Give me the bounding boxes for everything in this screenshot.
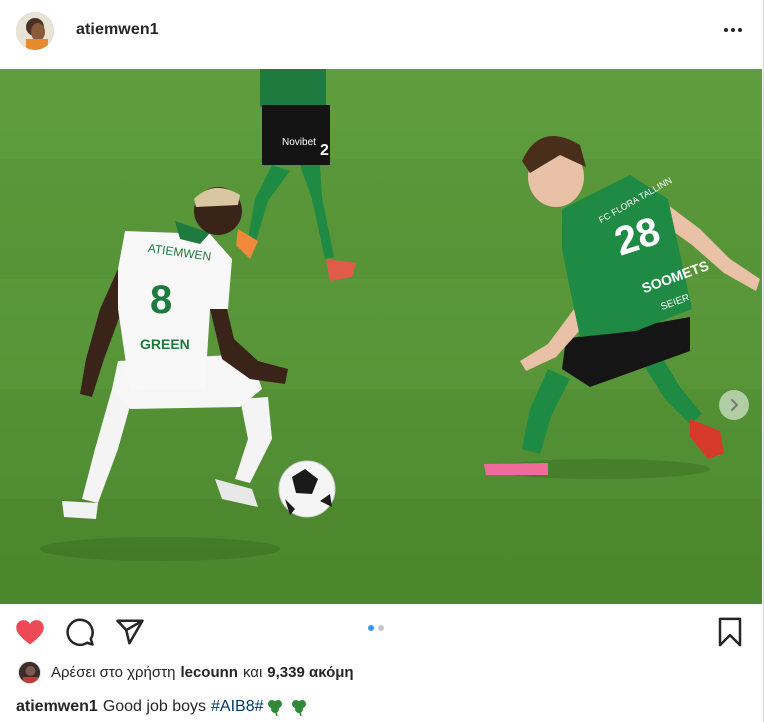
- likes-count[interactable]: 9,339 ακόμη: [267, 664, 353, 681]
- bookmark-icon: [718, 617, 742, 647]
- instagram-post: atiemwen1 Novibet 2 8 ATIEMWEN GREEN 28 …: [0, 0, 764, 722]
- likes-prefix: Αρέσει στο χρήστη: [51, 663, 176, 681]
- likes-conj: και: [242, 663, 263, 681]
- more-options-button[interactable]: [718, 18, 748, 42]
- post-photo[interactable]: Novibet 2 8 ATIEMWEN GREEN 28 SOOMETS FC…: [0, 69, 762, 604]
- avatar-image: [16, 12, 54, 50]
- user-avatar[interactable]: [16, 12, 54, 50]
- share-button[interactable]: [114, 616, 146, 648]
- football-match-photo: Novibet 2 8 ATIEMWEN GREEN 28 SOOMETS FC…: [0, 69, 762, 604]
- caption-username[interactable]: atiemwen1: [16, 698, 98, 716]
- heart-filled-icon: [16, 620, 44, 645]
- carousel-indicator: [368, 625, 384, 631]
- share-icon: [116, 619, 144, 645]
- liker-username[interactable]: lecounn: [180, 664, 238, 681]
- more-horizontal-icon: [724, 28, 728, 32]
- action-bar: [0, 604, 764, 660]
- chevron-right-icon: [731, 399, 738, 411]
- carousel-dot-active: [368, 625, 374, 631]
- carousel-next-button[interactable]: [719, 390, 749, 420]
- comment-button[interactable]: [64, 616, 96, 648]
- post-username[interactable]: atiemwen1: [76, 21, 159, 39]
- post-caption: atiemwen1 Good job boys #AIB8#: [16, 697, 309, 717]
- like-button[interactable]: [14, 616, 46, 648]
- carousel-dot: [378, 625, 384, 631]
- comment-icon: [66, 618, 94, 646]
- football: [278, 460, 336, 518]
- svg-text:Novibet: Novibet: [282, 137, 316, 148]
- caption-hashtag[interactable]: #AIB8#: [211, 698, 263, 716]
- jersey-number-left: 8: [150, 278, 172, 322]
- svg-text:2: 2: [320, 142, 329, 159]
- caption-text: Good job boys: [102, 698, 206, 715]
- shamrock-icon: [268, 700, 283, 717]
- post-header: atiemwen1: [0, 0, 764, 68]
- save-button[interactable]: [714, 616, 746, 648]
- likes-summary: Αρέσει στο χρήστη lecounn και 9,339 ακόμ…: [18, 660, 359, 684]
- jersey-sponsor-left: GREEN: [140, 336, 190, 352]
- liker-avatar[interactable]: [18, 660, 41, 684]
- shamrock-icon: [292, 700, 307, 717]
